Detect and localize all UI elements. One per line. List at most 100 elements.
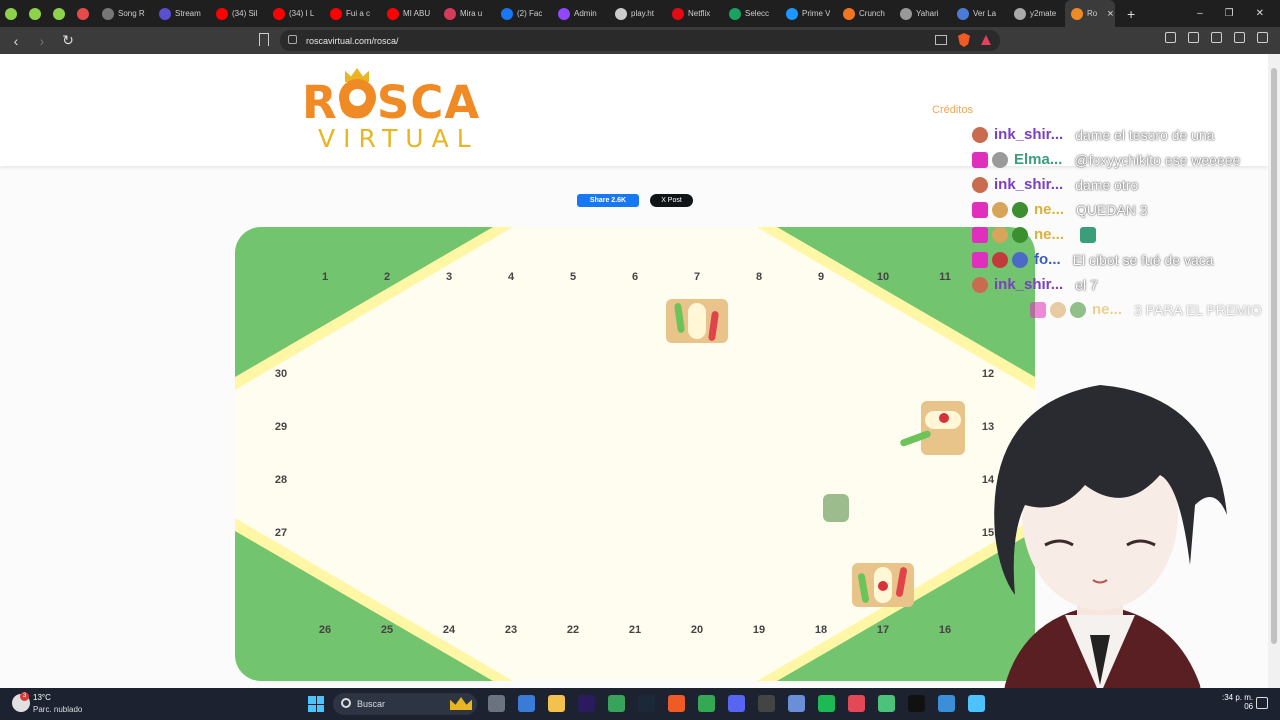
sidebar-icon[interactable]	[1188, 32, 1199, 43]
tab-favicon-icon	[444, 7, 456, 20]
forward-button[interactable]: ›	[32, 33, 52, 49]
bread-slice[interactable]	[899, 401, 965, 455]
browser-tab[interactable]: Prime V	[780, 0, 837, 27]
taskbar-search[interactable]: Buscar	[333, 693, 477, 715]
browser-tab[interactable]: Crunch	[837, 0, 894, 27]
bread-slice[interactable]	[852, 563, 914, 607]
browser-tab[interactable]: y2mate	[1008, 0, 1065, 27]
chat-badge-icon	[972, 226, 988, 243]
close-window-button[interactable]: ✕	[1256, 8, 1264, 19]
tab-favicon-icon	[273, 7, 285, 20]
reload-button[interactable]: ↻	[58, 32, 78, 49]
browser-tab[interactable]	[0, 0, 24, 27]
notification-icon[interactable]	[1256, 697, 1268, 709]
browser-tab[interactable]: Netflix	[666, 0, 723, 27]
frog-token[interactable]	[823, 494, 849, 522]
steam-icon[interactable]	[638, 695, 655, 712]
tab-favicon-icon	[216, 7, 228, 20]
logo-virtual[interactable]: VIRTUAL	[318, 124, 479, 153]
board-position-label: 5	[569, 271, 577, 283]
chat-message: ink_shir... dame otro	[972, 172, 1280, 197]
logo-rosca[interactable]: ROSCA	[302, 76, 480, 129]
chat-badge-icon	[972, 176, 988, 193]
app-icon[interactable]	[788, 695, 805, 712]
browser-tab[interactable]: Selecc	[723, 0, 780, 27]
tab-favicon-icon	[330, 7, 342, 20]
x-post-button[interactable]: X Post	[650, 194, 693, 207]
app-icon[interactable]	[938, 695, 955, 712]
app-icon[interactable]	[878, 695, 895, 712]
board-position-label: 2	[383, 271, 391, 283]
board-position-label: 6	[631, 271, 639, 283]
browser-tab[interactable]: (34) Sil	[210, 0, 267, 27]
task-view-icon[interactable]	[488, 695, 505, 712]
toolbar-right-icons	[1165, 32, 1268, 43]
screenshot-icon[interactable]	[1165, 32, 1176, 43]
browser-tab[interactable]: Ro ×	[1065, 0, 1115, 27]
new-tab-button[interactable]: +	[1127, 6, 1135, 22]
start-button[interactable]	[308, 696, 324, 712]
clock[interactable]: :34 p. m. 06	[1222, 693, 1253, 711]
browser-tab-strip: Song R Stream (34) Sil (34) I L Fui a c MI AB…	[0, 0, 1280, 27]
credits-link[interactable]: Créditos	[932, 104, 973, 116]
browser-tab[interactable]: Stream	[153, 0, 210, 27]
board-position-label: 4	[507, 271, 515, 283]
browser-tab[interactable]	[24, 0, 48, 27]
chat-emote-icon	[1080, 226, 1097, 243]
search-placeholder: Buscar	[357, 699, 386, 709]
board-position-label: 30	[274, 368, 288, 380]
browser-tab[interactable]	[72, 0, 96, 27]
rosca-board[interactable]: 1 2 3 4 5 6 7 8 9 10 11 26 25 24 23 22 21 20 19 18 17 16 30 29 2…	[235, 227, 1035, 681]
address-bar[interactable]: roscavirtual.com/rosca/	[280, 30, 1000, 51]
close-tab-icon[interactable]: ×	[1107, 8, 1113, 20]
chat-badge-icon	[972, 151, 988, 168]
discord-icon[interactable]	[728, 695, 745, 712]
tab-label: (34) I L	[289, 9, 315, 18]
board-position-label: 17	[876, 624, 890, 636]
tiktok-icon[interactable]	[908, 695, 925, 712]
bread-slice[interactable]	[666, 299, 728, 343]
back-button[interactable]: ‹	[6, 33, 26, 49]
obs-icon[interactable]	[758, 695, 775, 712]
chat-message: ne... 3 PARA EL PREMIO	[1030, 297, 1280, 322]
site-info-icon[interactable]	[288, 35, 297, 44]
vpn-icon[interactable]	[1234, 32, 1245, 43]
clock-date: 06	[1244, 702, 1254, 711]
share-icon[interactable]	[935, 35, 947, 45]
spotify-icon[interactable]	[818, 695, 835, 712]
tab-label: (2) Fac	[517, 9, 543, 18]
brave-icon[interactable]	[668, 695, 685, 712]
maximize-button[interactable]: ❐	[1225, 8, 1234, 19]
clock-time: :34 p. m.	[1222, 693, 1254, 702]
valorant-icon[interactable]	[848, 695, 865, 712]
tab-favicon-icon	[1071, 7, 1083, 20]
brave-rewards-icon[interactable]	[981, 35, 991, 45]
app-icon[interactable]	[968, 695, 985, 712]
bookmark-icon[interactable]	[259, 33, 269, 46]
browser-tab[interactable]: play.ht	[609, 0, 666, 27]
browser-tab[interactable]: MI ABU	[381, 0, 438, 27]
board-position-label: 8	[755, 271, 763, 283]
premiere-icon[interactable]	[578, 695, 595, 712]
board-position-label: 23	[504, 624, 518, 636]
chrome-icon[interactable]	[698, 695, 715, 712]
app-icon[interactable]	[608, 695, 625, 712]
wallet-icon[interactable]	[1211, 32, 1222, 43]
browser-tab[interactable]: Admin	[552, 0, 609, 27]
browser-tab[interactable]	[48, 0, 72, 27]
browser-tab[interactable]: Yahari	[894, 0, 951, 27]
browser-tab[interactable]: Fui a c	[324, 0, 381, 27]
tab-favicon-icon	[1014, 7, 1026, 20]
browser-tab[interactable]: (2) Fac	[495, 0, 552, 27]
tab-label: Ver La	[973, 9, 997, 18]
menu-icon[interactable]	[1257, 32, 1268, 43]
store-icon[interactable]	[518, 695, 535, 712]
browser-tab[interactable]: (34) I L	[267, 0, 324, 27]
browser-tab[interactable]: Mira u	[438, 0, 495, 27]
file-explorer-icon[interactable]	[548, 695, 565, 712]
browser-tab[interactable]: Ver La	[951, 0, 1008, 27]
browser-tab[interactable]: Song R	[96, 0, 153, 27]
tab-label: Ro	[1087, 9, 1098, 18]
facebook-share-button[interactable]: Share 2.6K	[577, 194, 639, 207]
minimize-button[interactable]: –	[1197, 8, 1203, 19]
